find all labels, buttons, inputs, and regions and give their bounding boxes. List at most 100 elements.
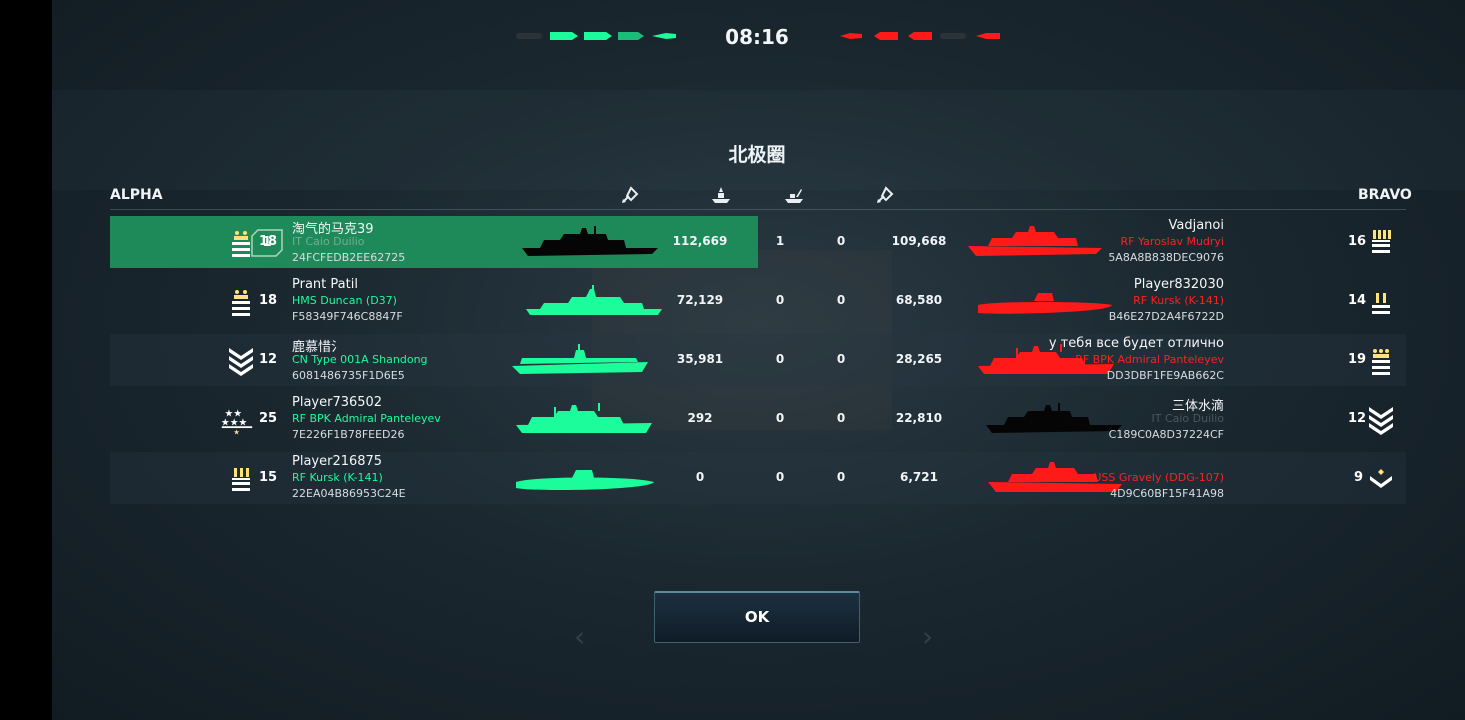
player-id: F58349F746C8847F	[292, 310, 403, 323]
position-badge	[251, 229, 283, 257]
ship-name: USS Gravely (DDG-107)	[1093, 471, 1224, 484]
player-name: Vadjanoi	[1168, 218, 1225, 233]
alpha-ship-marker	[618, 32, 644, 40]
header-divider	[110, 209, 1406, 210]
result-row: ★★ ★★★ ★ 25 Player736502 RF BPK Admiral …	[110, 393, 1406, 445]
assists: 0	[836, 293, 846, 307]
damage-received: 28,265	[895, 352, 943, 366]
ship-name: RF Yaroslav Mudryi	[1120, 235, 1225, 248]
map-name: 北极圈	[728, 144, 786, 166]
ship-name: HMS Duncan (D37)	[292, 294, 397, 307]
player-level: 12	[259, 352, 278, 367]
player-id: DD3DBF1FE9AB662C	[1106, 369, 1224, 382]
player-id: 4D9C60BF15F41A98	[1110, 487, 1224, 500]
ship-sunk-icon	[712, 187, 730, 203]
bravo-ship-marker-destroyed	[940, 33, 966, 39]
rank-chevrons-icon	[229, 348, 253, 376]
svg-text:★: ★	[233, 427, 239, 436]
player-level: 18	[259, 293, 278, 308]
ship-name: RF BPK Admiral Panteleyev	[1075, 353, 1224, 366]
damage-received: 68,580	[895, 293, 943, 307]
alpha-ship-marker-destroyed	[516, 33, 542, 39]
player-name: Player216875	[292, 454, 383, 469]
bravo-ship-marker	[976, 33, 1000, 39]
damage-received: 109,668	[891, 234, 947, 248]
assists: 0	[836, 352, 846, 366]
result-row: 18 Prant Patil HMS Duncan (D37) F58349F7…	[110, 275, 1406, 327]
damage-dealt: 0	[695, 470, 705, 484]
ship-name: RF Kursk (K-141)	[1133, 294, 1224, 307]
alpha-ship-marker	[652, 33, 676, 39]
player-level: 15	[259, 470, 278, 485]
chevron-right-icon: ›	[922, 620, 934, 653]
damage-dealt: 35,981	[676, 352, 724, 366]
rank-stripes-icon	[1372, 230, 1391, 253]
alpha-ship-silhouette	[522, 226, 658, 256]
ship-name: IT Caio Duilio	[292, 235, 365, 248]
result-row: 12 鹿慕惜氵 CN Type 001A Shandong 6081486735…	[110, 334, 1406, 386]
player-id: 6081486735F1D6E5	[292, 369, 405, 382]
match-timer: 08:16	[725, 25, 789, 49]
alpha-ship-marker	[584, 32, 612, 40]
damage-dealt: 292	[687, 411, 713, 425]
ship-name: RF BPK Admiral Panteleyev	[292, 412, 441, 425]
bravo-ship-marker	[874, 32, 898, 40]
player-level: 9	[1354, 470, 1364, 485]
bravo-score-bar	[840, 32, 1000, 40]
ship-name: CN Type 001A Shandong	[292, 353, 428, 366]
damage-received: 6,721	[900, 470, 938, 484]
player-highlight	[110, 216, 758, 268]
player-id: C189C0A8D37224CF	[1108, 428, 1224, 441]
damage-received: 22,810	[895, 411, 943, 425]
bravo-ship-marker	[908, 32, 932, 40]
player-name: Prant Patil	[292, 277, 358, 292]
bravo-ship-silhouette	[968, 226, 1102, 256]
bravo-ship-marker	[840, 33, 862, 39]
player-name: Player736502	[292, 395, 383, 410]
team-alpha-label: ALPHA	[110, 187, 163, 203]
assists: 0	[836, 411, 846, 425]
screen-left-edge	[0, 0, 52, 720]
damage-received-icon	[877, 186, 894, 203]
alpha-ship-silhouette	[516, 470, 654, 490]
alpha-ship-silhouette	[512, 344, 648, 374]
player-id: B46E27D2A4F6722D	[1108, 310, 1224, 323]
ok-button[interactable]: OK	[654, 591, 860, 643]
result-row: 15 Player216875 RF Kursk (K-141) 22EA04B…	[110, 452, 1406, 504]
damage-dealt: 72,129	[676, 293, 724, 307]
player-level: 25	[259, 411, 278, 426]
player-name: Player832030	[1133, 277, 1224, 292]
assists: 0	[836, 234, 846, 248]
rank-chevrons-icon	[1369, 407, 1393, 435]
battle-results-screen: 08:16 北极圈 ALPHA BRAVO 18 1 淘气的马克39 IT Ca…	[52, 0, 1465, 720]
damage-icon	[622, 186, 639, 203]
alpha-ship-silhouette	[516, 403, 652, 433]
rank-stars-icon: ★★ ★★★ ★	[221, 408, 253, 436]
player-name: у тебя все будет отлично	[1048, 336, 1224, 351]
assists: 0	[836, 470, 846, 484]
player-id: 22EA04B86953C24E	[292, 487, 406, 500]
rank-stripes-icon	[1372, 293, 1390, 314]
ships-sunk: 0	[775, 352, 785, 366]
team-bravo-label: BRAVO	[1358, 187, 1412, 203]
damage-dealt: 112,669	[672, 234, 728, 248]
bravo-ship-silhouette	[986, 403, 1122, 433]
ship-name: IT Caio Duilio	[1151, 412, 1224, 425]
alpha-ship-silhouette	[526, 285, 662, 315]
ships-sunk: 1	[775, 234, 785, 248]
ships-sunk: 0	[775, 411, 785, 425]
assist-icon	[785, 189, 803, 203]
ships-sunk: 0	[775, 470, 785, 484]
rank-stripes-icon	[1372, 349, 1390, 375]
ship-name: RF Kursk (K-141)	[292, 471, 383, 484]
alpha-score-bar	[516, 32, 676, 40]
bravo-ship-silhouette	[978, 293, 1112, 314]
alpha-ship-marker	[550, 32, 578, 40]
player-id: 5A8A8B838DEC9076	[1108, 251, 1224, 264]
player-id: 24FCFEDB2EE62725	[292, 251, 406, 264]
rank-chevrons-icon	[1370, 469, 1392, 488]
result-row: 18 1 淘气的马克39 IT Caio Duilio 24FCFEDB2EE6…	[110, 216, 1406, 268]
player-id: 7E226F1B78FEED26	[292, 428, 405, 441]
ships-sunk: 0	[775, 293, 785, 307]
rank-stripes-icon	[232, 290, 250, 316]
